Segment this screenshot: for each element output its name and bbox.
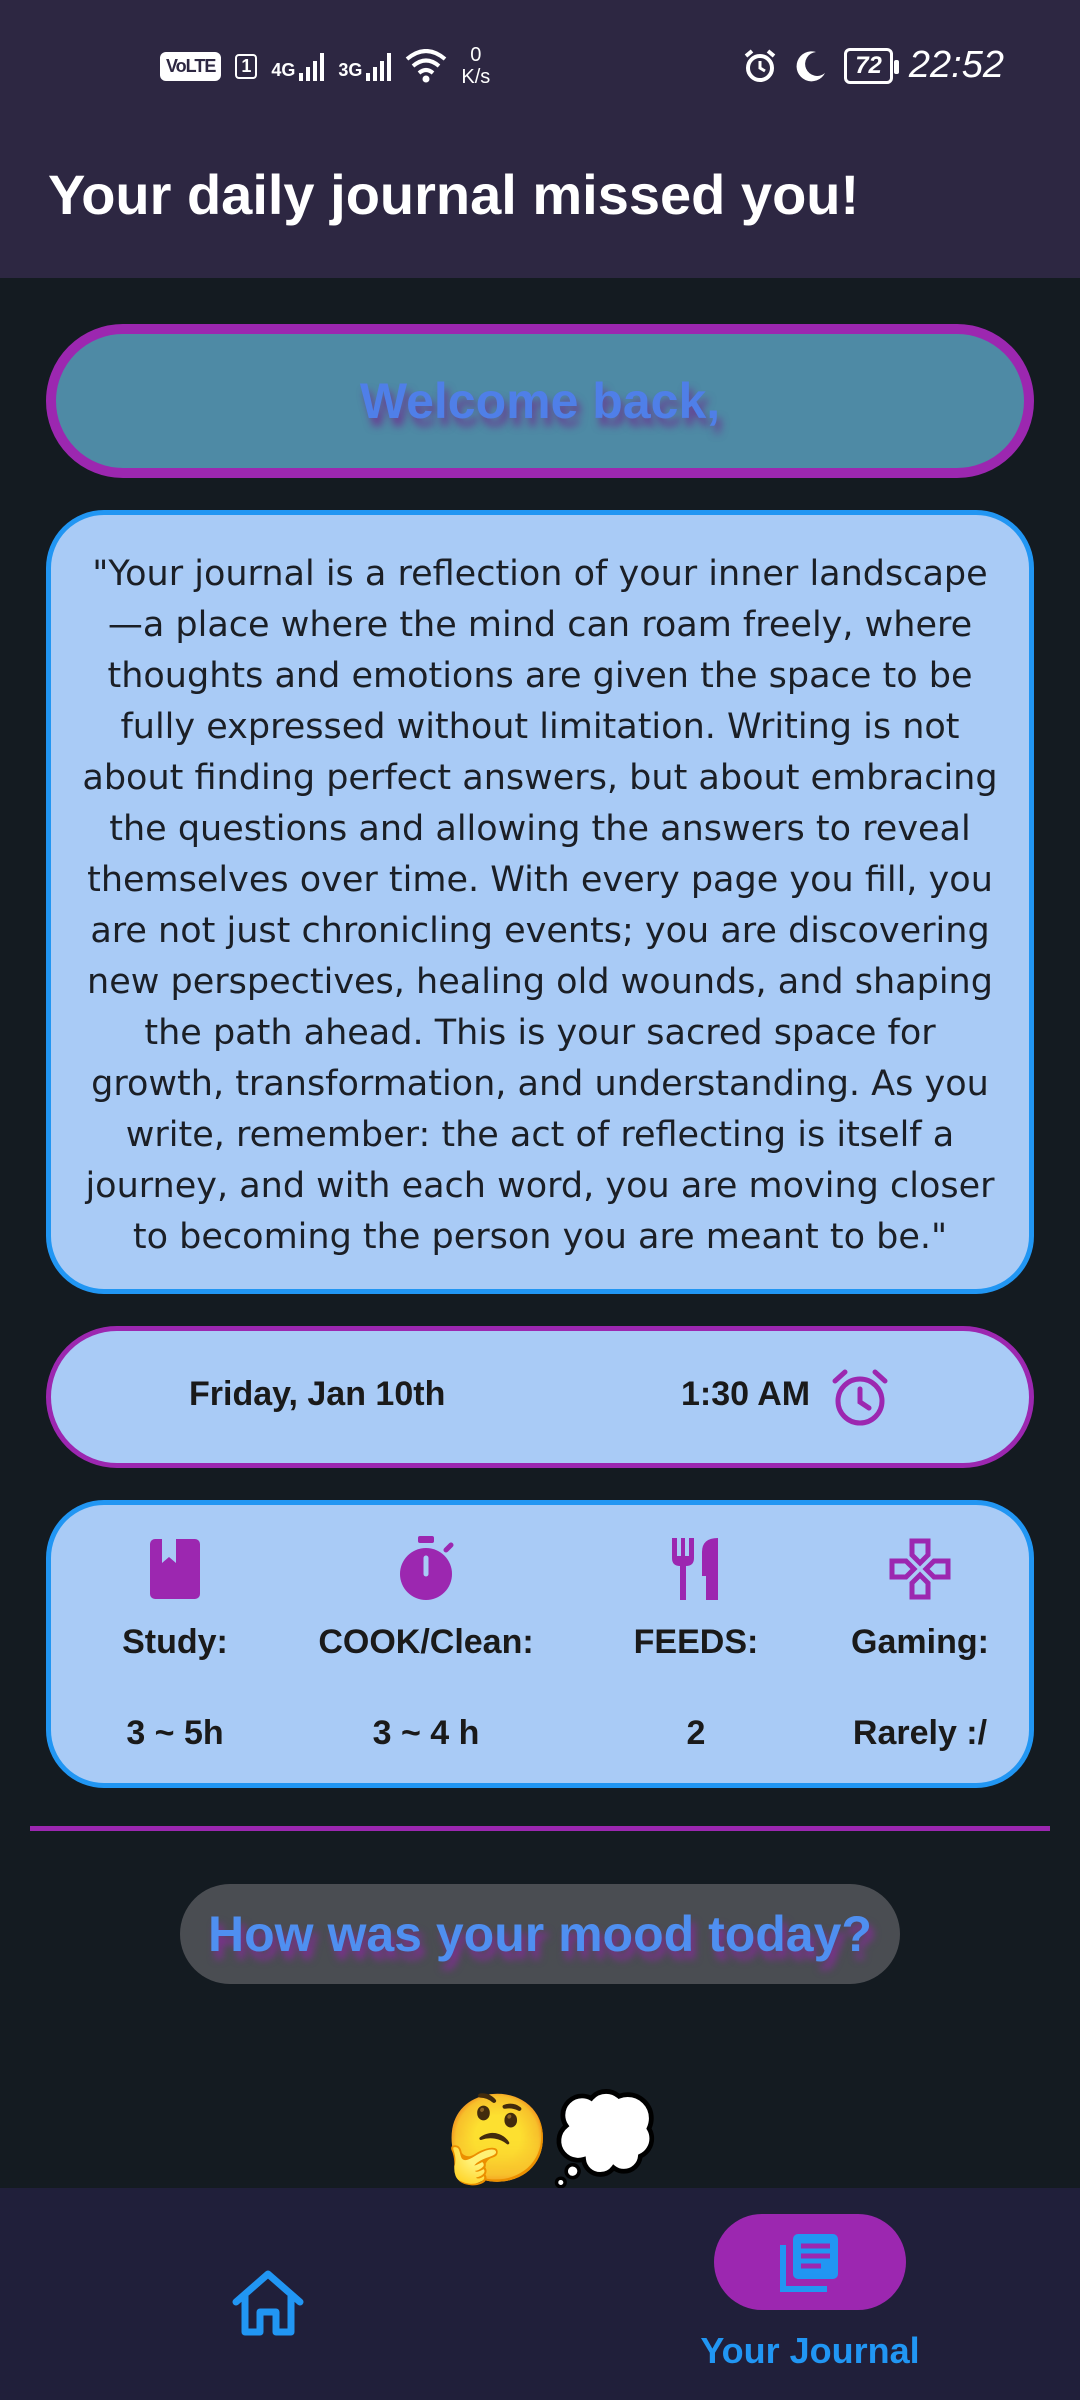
nav-journal-label[interactable]: Your Journal (680, 2330, 940, 2372)
home-icon[interactable] (230, 2268, 306, 2338)
stat-label: Study: (122, 1623, 228, 1661)
alarm-status-icon (744, 48, 776, 82)
fork-knife-icon (672, 1538, 718, 1600)
signal-3g: 3G (338, 51, 392, 81)
stat-label: COOK/Clean: (318, 1623, 534, 1661)
stat-feeds: FEEDS: 2 (591, 1535, 801, 1753)
journal-icon (780, 2234, 838, 2292)
stat-study: Study: 3 ~ 5h (45, 1535, 305, 1753)
section-divider (30, 1826, 1050, 1831)
signal-bars-icon (366, 51, 392, 81)
alarm-clock-icon[interactable] (829, 1367, 891, 1429)
do-not-disturb-moon-icon (796, 50, 826, 81)
status-right-group: 72 22:52 (742, 44, 1004, 87)
speed-value: 0 (470, 44, 482, 66)
status-time: 22:52 (908, 44, 1004, 86)
thinking-emoji: 🤔💭 (444, 2094, 658, 2184)
quote-card: "Your journal is a reflection of your in… (46, 510, 1034, 1294)
status-bar: VoLTE 1 4G 3G 0 K/s 72 22:52 (0, 0, 1080, 130)
welcome-text: Welcome back, (359, 373, 721, 429)
thinking-thought-emoji: 🤔💭 (444, 2091, 659, 2187)
stat-gaming: Gaming: Rarely :/ (805, 1535, 1035, 1753)
date-label: Friday, Jan 10th (189, 1375, 446, 1413)
status-left-group: VoLTE 1 4G 3G 0 K/s (160, 44, 490, 88)
wifi-icon (406, 49, 447, 83)
stat-value: 3 ~ 4 h (372, 1714, 480, 1752)
book-icon (150, 1539, 200, 1599)
stopwatch-icon (400, 1536, 454, 1600)
page-title: Your daily journal missed you! (48, 163, 860, 226)
stat-value: 3 ~ 5h (126, 1714, 224, 1752)
stat-label: FEEDS: (633, 1623, 759, 1661)
stat-value: 2 (686, 1714, 706, 1752)
quote-text: "Your journal is a reflection of your in… (82, 554, 998, 1257)
sim-indicator: 1 (235, 53, 258, 79)
mood-prompt-button[interactable]: How was your mood today? (180, 1884, 900, 1984)
signal-4g: 4G (271, 51, 325, 81)
stat-value: Rarely :/ (852, 1714, 988, 1752)
network-type-2: 3G (338, 60, 363, 80)
welcome-banner: Welcome back, (46, 324, 1034, 478)
mood-prompt-text: How was your mood today? (208, 1906, 872, 1962)
volte-indicator: VoLTE (160, 51, 222, 81)
nav-journal-button[interactable] (714, 2214, 906, 2310)
time-label: 1:30 AM (681, 1375, 811, 1413)
stat-cook-clean: COOK/Clean: 3 ~ 4 h (291, 1535, 561, 1753)
activity-stats-card: Study: 3 ~ 5h COOK/Clean: 3 ~ 4 h FEEDS:… (46, 1500, 1034, 1788)
app-bar: Your daily journal missed you! (0, 130, 1080, 278)
battery-indicator: 72 (844, 47, 899, 84)
stat-label: Gaming: (851, 1623, 989, 1661)
gamepad-icon (889, 1538, 951, 1600)
speed-unit: K/s (461, 66, 491, 88)
signal-bars-icon (299, 51, 325, 81)
network-speed: 0 K/s (461, 44, 490, 88)
date-time-card[interactable]: Friday, Jan 10th 1:30 AM (46, 1326, 1034, 1468)
bottom-navigation: Your Journal (0, 2188, 1080, 2400)
network-type-1: 4G (271, 60, 296, 80)
